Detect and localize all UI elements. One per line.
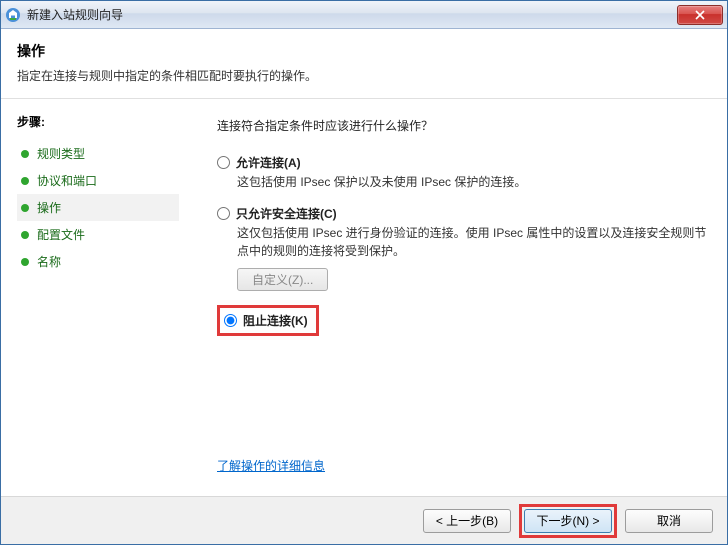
bullet-icon [21,258,29,266]
sidebar-item-profile[interactable]: 配置文件 [17,221,179,248]
option-block: 阻止连接(K) [217,305,709,336]
option-block-label: 阻止连接(K) [243,312,308,329]
option-allow-desc: 这包括使用 IPsec 保护以及未使用 IPsec 保护的连接。 [237,173,709,191]
learn-more-link[interactable]: 了解操作的详细信息 [217,457,325,474]
question-text: 连接符合指定条件时应该进行什么操作？ [217,117,709,134]
highlight-next: 下一步(N) > [519,504,617,538]
option-secure-desc: 这仅包括使用 IPsec 进行身份验证的连接。使用 IPsec 属性中的设置以及… [237,224,709,260]
sidebar-item-action[interactable]: 操作 [17,194,179,221]
close-button[interactable] [677,5,723,25]
radio-allow[interactable] [217,156,230,169]
sidebar-item-label: 名称 [37,253,61,270]
window-title: 新建入站规则向导 [27,6,677,23]
option-secure: 只允许安全连接(C) 这仅包括使用 IPsec 进行身份验证的连接。使用 IPs… [217,205,709,291]
option-allow: 允许连接(A) 这包括使用 IPsec 保护以及未使用 IPsec 保护的连接。 [217,154,709,191]
radio-secure[interactable] [217,207,230,220]
highlight-block: 阻止连接(K) [217,305,319,336]
sidebar-item-label: 规则类型 [37,145,85,162]
steps-sidebar: 步骤: 规则类型 协议和端口 操作 配置文件 [1,99,189,496]
sidebar-item-name[interactable]: 名称 [17,248,179,275]
option-allow-label: 允许连接(A) [236,154,301,171]
option-secure-label: 只允许安全连接(C) [236,205,337,222]
app-icon [5,7,21,23]
next-button[interactable]: 下一步(N) > [524,509,612,533]
bullet-icon [21,177,29,185]
bullet-icon [21,204,29,212]
body: 步骤: 规则类型 协议和端口 操作 配置文件 [1,99,727,496]
bullet-icon [21,231,29,239]
steps-heading: 步骤: [17,113,179,130]
sidebar-item-rule-type[interactable]: 规则类型 [17,140,179,167]
footer: < 上一步(B) 下一步(N) > 取消 [1,496,727,544]
customize-button: 自定义(Z)... [237,268,328,291]
sidebar-item-label: 操作 [37,199,61,216]
wizard-window: 新建入站规则向导 操作 指定在连接与规则中指定的条件相匹配时要执行的操作。 步骤… [0,0,728,545]
titlebar: 新建入站规则向导 [1,1,727,29]
page-title: 操作 [17,41,711,61]
radio-block[interactable] [224,314,237,327]
sidebar-item-label: 协议和端口 [37,172,97,189]
back-button[interactable]: < 上一步(B) [423,509,511,533]
page-subtitle: 指定在连接与规则中指定的条件相匹配时要执行的操作。 [17,67,711,84]
sidebar-item-label: 配置文件 [37,226,85,243]
main-panel: 连接符合指定条件时应该进行什么操作？ 允许连接(A) 这包括使用 IPsec 保… [189,99,727,496]
sidebar-item-protocol-port[interactable]: 协议和端口 [17,167,179,194]
close-icon [695,10,705,20]
bullet-icon [21,150,29,158]
header: 操作 指定在连接与规则中指定的条件相匹配时要执行的操作。 [1,29,727,99]
cancel-button[interactable]: 取消 [625,509,713,533]
